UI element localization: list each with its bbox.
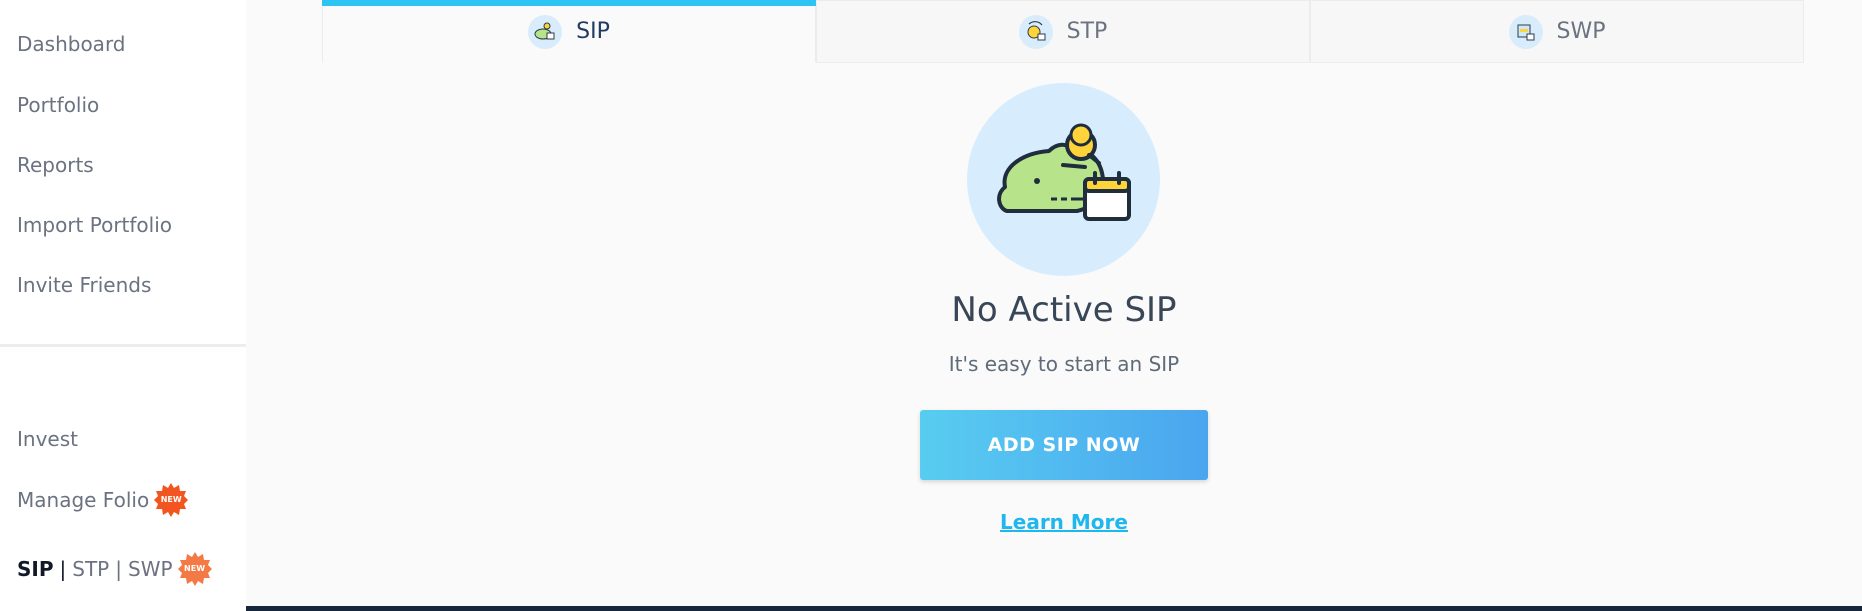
tab-swp[interactable]: SWP [1310,0,1804,63]
sidebar-divider [0,344,246,347]
swp-link[interactable]: SWP [128,557,173,581]
tab-bar: SIP STP SWP [322,0,1806,63]
sidebar-item-portfolio[interactable]: Portfolio [17,93,99,117]
empty-state-title: No Active SIP [951,290,1177,330]
withdraw-icon [1508,14,1543,49]
sidebar-item-invest[interactable]: Invest [17,427,78,451]
piggy-bank-calendar-icon [967,83,1160,276]
tab-stp[interactable]: STP [816,0,1310,63]
sidebar-item-invite-friends[interactable]: Invite Friends [17,273,151,297]
tab-label: SIP [576,19,610,44]
tab-label: SWP [1556,19,1606,44]
sidebar-item-import-portfolio[interactable]: Import Portfolio [17,213,172,237]
empty-state-subtitle: It's easy to start an SIP [948,352,1180,376]
sidebar-item-reports[interactable]: Reports [17,153,94,177]
sip-stp-swp-switcher: SIP | STP | SWP NEW [17,551,213,587]
tab-sip[interactable]: SIP [322,0,816,63]
sidebar-item-manage-folio[interactable]: Manage Folio NEW [17,482,189,518]
sidebar-item-dashboard[interactable]: Dashboard [17,32,126,56]
coin-transfer-icon [1018,14,1053,49]
sip-link[interactable]: SIP [17,557,54,581]
footer-bar [246,606,1862,611]
sidebar-item-label: Manage Folio [17,488,150,512]
tab-label: STP [1066,19,1108,44]
separator: | [59,557,67,581]
add-sip-button[interactable]: ADD SIP NOW [920,410,1208,480]
piggy-bank-icon [528,14,563,49]
new-badge-icon: NEW [153,482,189,518]
new-badge-icon: NEW [177,551,213,587]
separator: | [115,557,122,581]
learn-more-link[interactable]: Learn More [920,510,1208,534]
stp-link[interactable]: STP [72,557,109,581]
sidebar: Dashboard Portfolio Reports Import Portf… [0,0,246,611]
